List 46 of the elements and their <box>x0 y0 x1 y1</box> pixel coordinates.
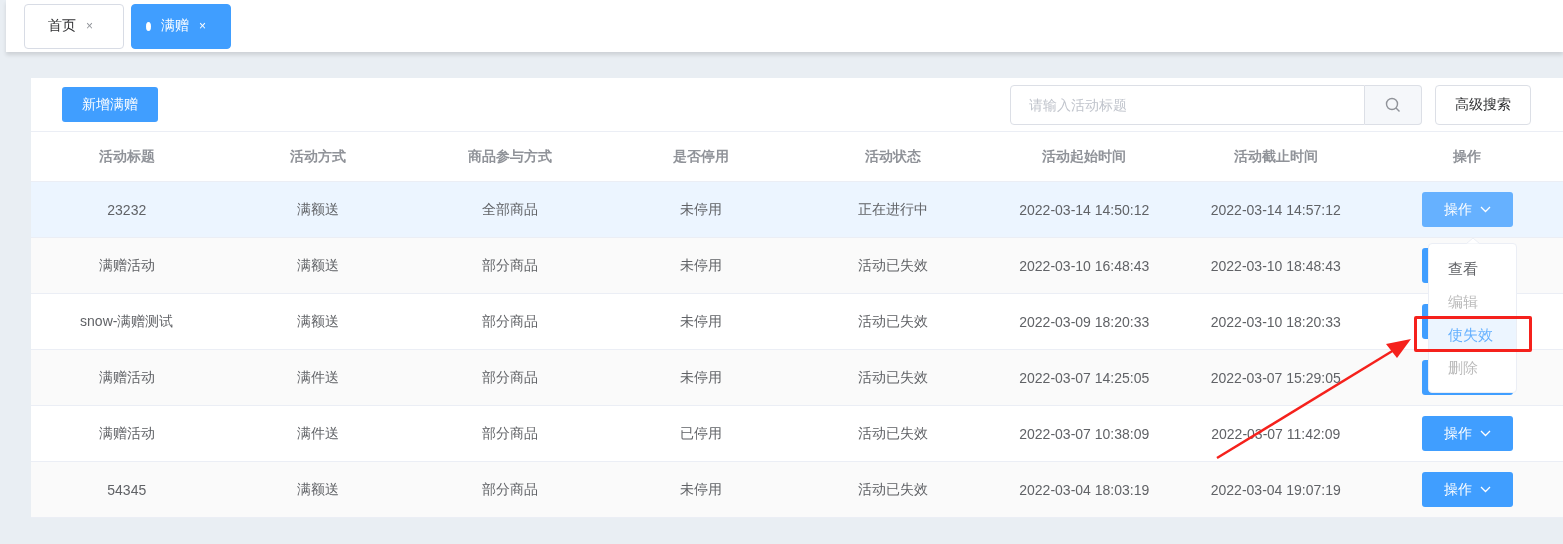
table-cell: 2022-03-14 14:57:12 <box>1180 182 1372 238</box>
tab-label: 首页 <box>48 17 76 35</box>
table-cell: 全部商品 <box>414 182 606 238</box>
table-cell: 满额送 <box>222 462 414 518</box>
action-dropdown-button[interactable]: 操作 <box>1421 192 1513 227</box>
search-field[interactable]: 请输入活动标题 <box>1010 84 1365 125</box>
table-cell: 未停用 <box>605 182 797 238</box>
action-dropdown-button[interactable]: 操作 <box>1421 416 1513 451</box>
table-cell: 满额送 <box>222 238 414 294</box>
tab[interactable]: 满赠 × <box>131 3 231 49</box>
table-cell: 满赠活动 <box>31 350 223 406</box>
tab-label: 满赠 <box>161 17 189 35</box>
table-cell: 未停用 <box>605 462 797 518</box>
chevron-down-icon <box>1479 206 1491 213</box>
table-cell: 活动已失效 <box>797 238 989 294</box>
table-cell: 2022-03-07 14:25:05 <box>988 350 1180 406</box>
table-cell: 部分商品 <box>414 350 606 406</box>
chevron-down-icon <box>1479 430 1491 437</box>
table-cell: 部分商品 <box>414 462 606 518</box>
table-cell: 正在进行中 <box>797 182 989 238</box>
table-cell: 2022-03-10 18:48:43 <box>1180 238 1372 294</box>
close-icon[interactable]: × <box>86 19 93 33</box>
table-cell: 2022-03-14 14:50:12 <box>988 182 1180 238</box>
chevron-down-icon <box>1479 486 1491 493</box>
advanced-search-button[interactable]: 高级搜索 <box>1435 84 1531 125</box>
table-cell: 满赠活动 <box>31 238 223 294</box>
table-cell: 满件送 <box>222 350 414 406</box>
search-icon <box>1385 96 1401 113</box>
table-cell: 2022-03-04 19:07:19 <box>1180 462 1372 518</box>
tab[interactable]: 首页 × <box>24 3 124 49</box>
table-cell: 2022-03-07 15:29:05 <box>1180 350 1372 406</box>
close-icon[interactable]: × <box>199 19 206 33</box>
table-cell: 未停用 <box>605 350 797 406</box>
table-cell: 满额送 <box>222 182 414 238</box>
table-cell: 54345 <box>31 462 223 518</box>
table-cell: 部分商品 <box>414 238 606 294</box>
table-cell: 活动已失效 <box>797 350 989 406</box>
add-button[interactable]: 新增满赠 <box>62 87 158 122</box>
action-dropdown-button[interactable]: 操作 <box>1421 472 1513 507</box>
table-cell: 活动已失效 <box>797 462 989 518</box>
table-cell: 2022-03-04 18:03:19 <box>988 462 1180 518</box>
active-dot-icon <box>146 21 151 31</box>
table-cell: 未停用 <box>605 238 797 294</box>
search-button[interactable] <box>1365 84 1422 125</box>
table-cell: 23232 <box>31 182 223 238</box>
table-cell: 2022-03-10 16:48:43 <box>988 238 1180 294</box>
